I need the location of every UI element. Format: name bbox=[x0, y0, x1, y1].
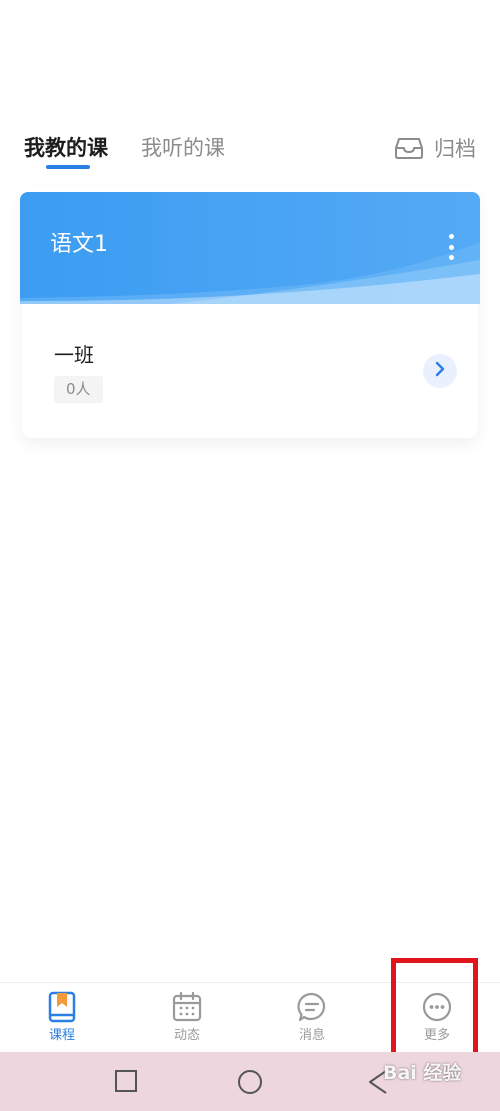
course-menu-button[interactable] bbox=[446, 234, 456, 260]
calendar-icon bbox=[172, 991, 202, 1023]
chevron-right-icon bbox=[433, 361, 447, 381]
nav-item-activity[interactable]: 动态 bbox=[142, 991, 232, 1045]
tab-teaching[interactable]: 我教的课 bbox=[24, 128, 108, 168]
nav-label: 更多 bbox=[423, 1028, 450, 1043]
archive-label: 归档 bbox=[434, 137, 476, 161]
class-open-button[interactable] bbox=[423, 354, 457, 388]
active-tab-indicator bbox=[46, 165, 90, 169]
member-count-badge: 0人 bbox=[54, 376, 103, 403]
tab-attending[interactable]: 我听的课 bbox=[141, 128, 225, 168]
class-name[interactable]: 一班 bbox=[54, 341, 94, 369]
bottom-nav: 课程 动态 消息 更多 bbox=[0, 982, 500, 1053]
recent-apps-icon[interactable] bbox=[114, 1069, 138, 1097]
course-tabs: 我教的课 我听的课 归档 bbox=[0, 128, 500, 172]
bookmark-book-icon bbox=[47, 991, 77, 1023]
nav-item-courses[interactable]: 课程 bbox=[17, 991, 107, 1045]
watermark-text: Bai 经验 bbox=[383, 1062, 462, 1084]
nav-item-more[interactable]: 更多 bbox=[392, 991, 482, 1045]
chat-bubble-icon bbox=[296, 991, 328, 1023]
home-icon[interactable] bbox=[237, 1069, 263, 1099]
nav-label: 动态 bbox=[173, 1028, 200, 1043]
nav-label: 课程 bbox=[48, 1028, 75, 1043]
app-screen: 我教的课 我听的课 归档 语文1 一班 0人 课程 动态 消息 更多 Bai 经… bbox=[0, 0, 500, 1111]
menu-dot bbox=[448, 255, 454, 260]
archive-button[interactable]: 归档 bbox=[394, 128, 476, 168]
menu-dot bbox=[448, 244, 454, 250]
menu-dot bbox=[448, 234, 454, 239]
nav-label: 消息 bbox=[298, 1028, 325, 1043]
course-title: 语文1 bbox=[50, 232, 108, 257]
more-dots-icon bbox=[421, 991, 453, 1023]
archive-tray-icon bbox=[394, 136, 424, 160]
nav-item-messages[interactable]: 消息 bbox=[267, 991, 357, 1045]
course-card-header[interactable]: 语文1 bbox=[20, 192, 480, 304]
